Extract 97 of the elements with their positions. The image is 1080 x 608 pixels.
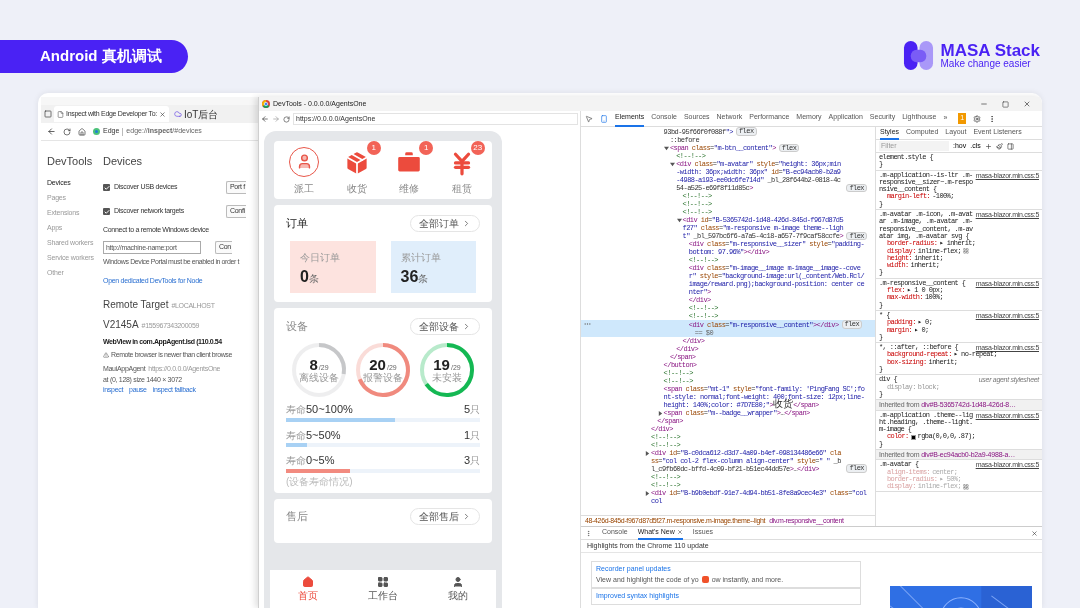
card-title: 设备 xyxy=(286,319,308,335)
count-badge: 23 xyxy=(470,140,485,155)
paintbrush-icon[interactable] xyxy=(995,142,1003,150)
remote-target-title: Remote Target xyxy=(103,298,169,312)
ring-label: 离线设备 xyxy=(299,371,339,384)
nav-item[interactable]: 工作台 xyxy=(345,575,421,603)
reload-icon[interactable] xyxy=(63,127,71,136)
nav-item[interactable]: 我的 xyxy=(420,575,496,603)
home-icon[interactable] xyxy=(78,127,86,136)
lifespan-range: 50~100% xyxy=(306,402,353,417)
home-icon xyxy=(301,575,314,588)
sidebar-toggle-icon[interactable] xyxy=(1006,142,1014,150)
flex-editor-icon[interactable] xyxy=(963,483,970,490)
person-icon xyxy=(452,575,465,588)
add-rule-icon[interactable] xyxy=(984,142,992,150)
card-title: 订单 xyxy=(286,216,308,232)
expanded-arrow-icon[interactable] xyxy=(670,162,676,167)
tile-value: 36 xyxy=(400,267,419,287)
brand-tagline: Make change easier xyxy=(940,59,1032,69)
shortcut-label[interactable]: 派工 xyxy=(294,180,315,196)
card-title: 售后 xyxy=(286,508,308,524)
lifespan-count: 5 xyxy=(463,402,470,417)
section-title: Devices xyxy=(103,154,144,169)
grid-icon xyxy=(377,575,389,588)
lifespan-prefix: 寿命 xyxy=(286,428,306,443)
lifespan-count: 3 xyxy=(463,453,470,468)
lifespan-count: 1 xyxy=(463,427,470,443)
color-swatch[interactable] xyxy=(910,434,916,440)
shortcut-label[interactable]: 租赁 xyxy=(451,180,472,196)
brand-logo xyxy=(903,40,935,71)
inspect-icon[interactable] xyxy=(585,114,593,123)
checkbox[interactable] xyxy=(103,184,110,191)
back-icon[interactable] xyxy=(261,115,269,123)
collapsed-arrow-icon[interactable] xyxy=(645,450,650,456)
ring-label: 未安装 xyxy=(432,371,462,384)
tab-label: IoT后台 xyxy=(183,107,219,122)
cloud-icon xyxy=(173,110,182,118)
tile-unit: 条 xyxy=(308,273,319,286)
close-icon[interactable] xyxy=(158,110,166,118)
nav-label: 工作台 xyxy=(368,588,398,603)
all-after-sales-button[interactable]: 全部售后 xyxy=(410,507,480,525)
expanded-arrow-icon[interactable] xyxy=(676,218,682,223)
sidebar-title: DevTools xyxy=(47,154,94,169)
warning-icon xyxy=(103,351,109,358)
tab-actions-icon[interactable] xyxy=(44,110,52,118)
shortcut-label[interactable]: 维修 xyxy=(399,180,420,196)
expanded-arrow-icon[interactable] xyxy=(663,145,669,151)
ring-value: 19 xyxy=(433,356,450,372)
all-orders-button[interactable]: 全部订单 xyxy=(410,215,480,232)
nav-label: 首页 xyxy=(297,588,318,603)
ring-label: 报警设备 xyxy=(363,371,403,384)
tile-label: 累计订单 xyxy=(400,251,442,265)
chart-note: (设备寿命情况) xyxy=(286,474,354,489)
lifespan-range: 0~5% xyxy=(306,453,335,468)
minimize-icon[interactable] xyxy=(980,100,988,108)
tile-label: 今日订单 xyxy=(300,251,341,265)
lifespan-unit: 只 xyxy=(470,454,480,468)
reload-icon[interactable] xyxy=(283,115,290,123)
chevron-right-icon xyxy=(462,511,471,521)
page-icon xyxy=(57,110,64,118)
all-devices-button[interactable]: 全部设备 xyxy=(410,318,480,335)
browser-tab[interactable]: IoT后台 xyxy=(170,106,222,122)
lifespan-unit: 只 xyxy=(470,428,480,443)
device-name: V2145A xyxy=(103,318,139,332)
count-badge: 1 xyxy=(366,140,381,155)
shortcut-label[interactable]: 收货 xyxy=(346,180,367,196)
count-badge: 1 xyxy=(419,140,434,155)
ring-value: 20 xyxy=(369,356,386,372)
back-icon[interactable] xyxy=(47,127,56,136)
maximize-icon[interactable] xyxy=(1002,100,1009,108)
checkbox[interactable] xyxy=(103,208,110,215)
floating-toolbar-icon[interactable] xyxy=(701,576,709,584)
lifespan-unit: 只 xyxy=(470,403,480,417)
order-tile[interactable]: 今日订单 0条 xyxy=(290,241,376,293)
ring-value: 8 xyxy=(309,356,318,372)
lifespan-range: 5~50% xyxy=(306,427,341,443)
slide-title-banner: Android 真机调试 xyxy=(0,40,188,73)
brand-name: MASA Stack xyxy=(940,42,1040,59)
collapsed-arrow-icon[interactable] xyxy=(645,490,650,496)
chrome-logo xyxy=(262,100,270,108)
close-tab-icon[interactable] xyxy=(676,529,683,535)
tile-value: 0 xyxy=(300,267,309,287)
flex-editor-icon[interactable] xyxy=(963,248,970,255)
nav-label: 我的 xyxy=(448,588,469,603)
nav-item[interactable]: 首页 xyxy=(270,575,346,603)
close-icon[interactable] xyxy=(1023,100,1031,108)
lifespan-prefix: 寿命 xyxy=(286,403,306,417)
chevron-right-icon xyxy=(462,219,471,228)
collapsed-arrow-icon[interactable] xyxy=(657,410,663,416)
lifespan-prefix: 寿命 xyxy=(286,454,306,468)
device-toolbar-icon[interactable] xyxy=(600,114,608,123)
edge-logo-icon xyxy=(93,128,100,135)
order-tile[interactable]: 累计订单 36条 xyxy=(390,241,476,293)
chevron-right-icon xyxy=(462,322,471,331)
tile-unit: 条 xyxy=(418,272,429,286)
settings-icon[interactable] xyxy=(973,114,982,123)
close-drawer-icon[interactable] xyxy=(1031,529,1038,537)
